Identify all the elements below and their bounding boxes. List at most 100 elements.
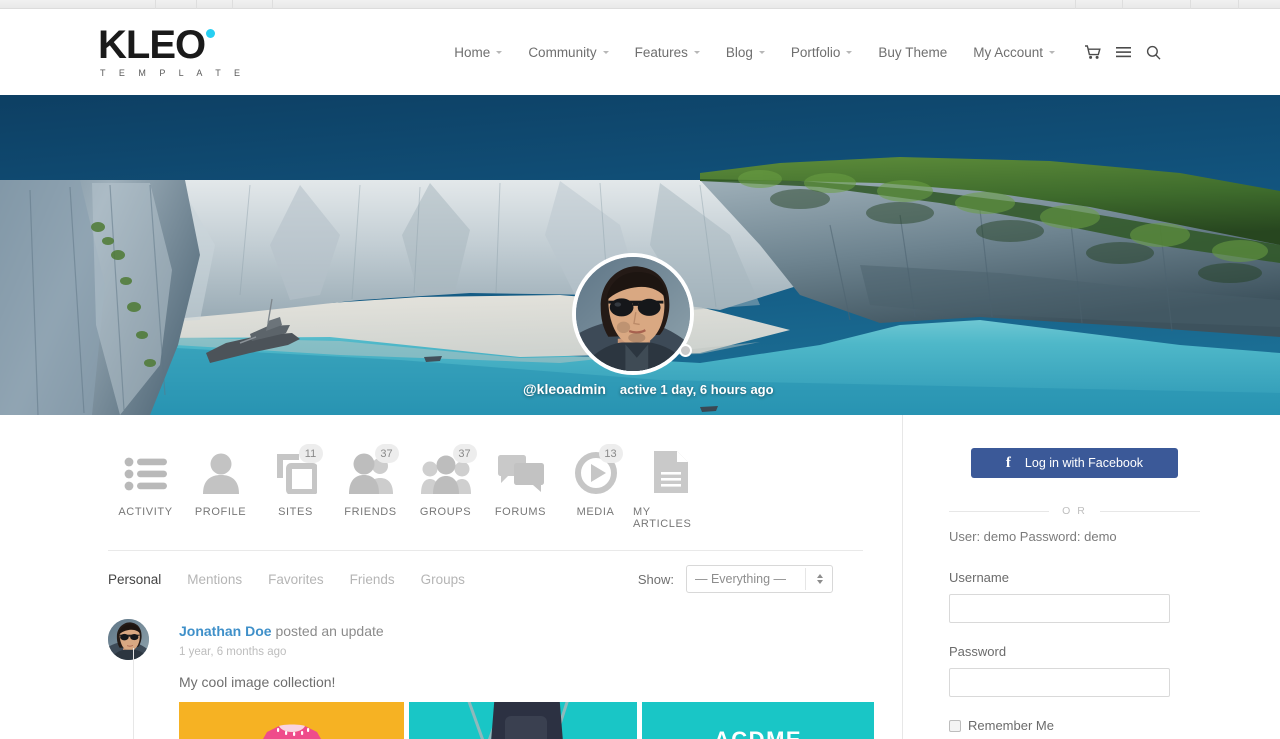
password-input[interactable] (949, 668, 1170, 697)
select-value: — Everything — (695, 572, 786, 586)
or-separator: O R (949, 505, 1200, 517)
sites-icon: 11 (275, 448, 317, 494)
demo-credentials-hint: User: demo Password: demo (949, 529, 1200, 544)
cart-icon[interactable] (1078, 39, 1108, 65)
facebook-login-label: Log in with Facebook (1025, 456, 1143, 470)
nav-item-portfolio[interactable]: Portfolio (778, 45, 866, 60)
profile-nav-label: ACTIVITY (118, 506, 172, 518)
subtab-favorites[interactable]: Favorites (268, 572, 324, 587)
facebook-icon: f (1006, 455, 1011, 472)
username-input[interactable] (949, 594, 1170, 623)
menu-icon[interactable] (1108, 39, 1138, 65)
groups-badge: 37 (453, 444, 477, 463)
user-icon (202, 448, 240, 494)
gallery-image-shirt[interactable] (179, 702, 404, 739)
chevron-down-icon (496, 51, 502, 54)
facebook-login-button[interactable]: f Log in with Facebook (971, 448, 1178, 478)
remember-me-row[interactable]: Remember Me (949, 718, 1200, 733)
activity-headline: Jonathan Doe posted an update (179, 623, 384, 639)
browser-chrome-strip (0, 0, 1280, 9)
sidebar-login-widget: f Log in with Facebook O R User: demo Pa… (903, 415, 1280, 739)
friends-badge: 37 (375, 444, 399, 463)
username-label: Username (949, 570, 1200, 585)
subtab-mentions[interactable]: Mentions (187, 572, 242, 587)
activity-item-header: Jonathan Doe posted an update 1 year, 6 … (108, 619, 902, 660)
logo-text: KLEO (98, 23, 205, 67)
nav-label: Features (635, 45, 688, 60)
site-logo[interactable]: KLEO T E M P L A T E (98, 27, 246, 78)
chevron-down-icon (759, 51, 765, 54)
profile-nav-media[interactable]: 13 MEDIA (558, 448, 633, 530)
nav-item-my-account[interactable]: My Account (960, 45, 1068, 60)
activity-meta: Jonathan Doe posted an update 1 year, 6 … (179, 619, 384, 660)
gallery-image-masked-character[interactable] (409, 702, 637, 739)
groups-icon: 37 (421, 448, 471, 494)
profile-nav-groups[interactable]: 37 GROUPS (408, 448, 483, 530)
profile-nav-label: FORUMS (495, 506, 546, 518)
nav-label: Portfolio (791, 45, 841, 60)
forums-icon (498, 448, 544, 494)
media-badge: 13 (599, 444, 623, 463)
activity-image-gallery: ACDME (179, 702, 902, 739)
site-header: KLEO T E M P L A T E Home Community Feat… (0, 9, 1280, 95)
chevron-down-icon (1049, 51, 1055, 54)
nav-item-buy-theme[interactable]: Buy Theme (865, 45, 960, 60)
activity-scope-select[interactable]: — Everything — (686, 565, 833, 593)
subtab-personal[interactable]: Personal (108, 572, 161, 587)
page-body: ACTIVITY PROFILE 11 (0, 415, 1280, 739)
profile-nav-label: SITES (278, 506, 313, 518)
profile-nav-profile[interactable]: PROFILE (183, 448, 258, 530)
sites-badge: 11 (299, 444, 323, 463)
profile-nav: ACTIVITY PROFILE 11 (0, 415, 902, 530)
profile-nav-sites[interactable]: 11 SITES (258, 448, 333, 530)
friends-icon: 37 (349, 448, 393, 494)
logo-subtitle: T E M P L A T E (100, 68, 246, 78)
article-icon (653, 448, 689, 494)
profile-nav-label: FRIENDS (344, 506, 396, 518)
avatar-photo (576, 257, 690, 371)
profile-nav-label: MY ARTICLES (633, 506, 708, 530)
show-label: Show: (638, 572, 674, 587)
search-icon[interactable] (1138, 39, 1168, 65)
activity-avatar[interactable] (108, 619, 149, 660)
activity-stream: Jonathan Doe posted an update 1 year, 6 … (0, 593, 902, 739)
list-icon (124, 448, 168, 494)
main-content-column: ACTIVITY PROFILE 11 (0, 415, 903, 739)
nav-label: Blog (726, 45, 753, 60)
gallery-image-acdme[interactable]: ACDME (642, 702, 874, 739)
shirt-illustration (179, 702, 404, 739)
nav-item-home[interactable]: Home (441, 45, 515, 60)
chevron-down-icon (603, 51, 609, 54)
chevron-down-icon (846, 51, 852, 54)
show-filter-group: Show: — Everything — (638, 565, 863, 593)
nav-label: Community (528, 45, 596, 60)
nav-item-features[interactable]: Features (622, 45, 713, 60)
acdme-illustration: ACDME (642, 702, 874, 739)
activity-filter-bar: Personal Mentions Favorites Friends Grou… (0, 551, 863, 593)
password-label: Password (949, 644, 1200, 659)
header-icon-group (1078, 39, 1168, 65)
nav-label: Buy Theme (878, 45, 947, 60)
profile-cover-photo: @kleoadmin active 1 day, 6 hours ago (0, 95, 1280, 415)
activity-thread-line (133, 648, 134, 739)
logo-wordmark: KLEO (98, 27, 205, 63)
activity-timestamp: 1 year, 6 months ago (179, 646, 384, 658)
remember-me-label: Remember Me (968, 718, 1054, 733)
profile-nav-forums[interactable]: FORUMS (483, 448, 558, 530)
media-play-icon: 13 (575, 448, 617, 494)
activity-author-link[interactable]: Jonathan Doe (179, 623, 272, 639)
profile-nav-label: PROFILE (195, 506, 246, 518)
profile-nav-friends[interactable]: 37 FRIENDS (333, 448, 408, 530)
activity-avatar-photo (108, 619, 149, 660)
profile-nav-label: GROUPS (420, 506, 471, 518)
avatar[interactable] (572, 253, 694, 375)
nav-item-community[interactable]: Community (515, 45, 621, 60)
subtab-groups[interactable]: Groups (421, 572, 465, 587)
acdme-wordmark: ACDME (714, 727, 802, 739)
profile-avatar-wrapper[interactable] (572, 253, 694, 375)
profile-nav-activity[interactable]: ACTIVITY (108, 448, 183, 530)
profile-nav-my-articles[interactable]: MY ARTICLES (633, 448, 708, 530)
nav-item-blog[interactable]: Blog (713, 45, 778, 60)
subtab-friends[interactable]: Friends (350, 572, 395, 587)
remember-me-checkbox[interactable] (949, 720, 961, 732)
